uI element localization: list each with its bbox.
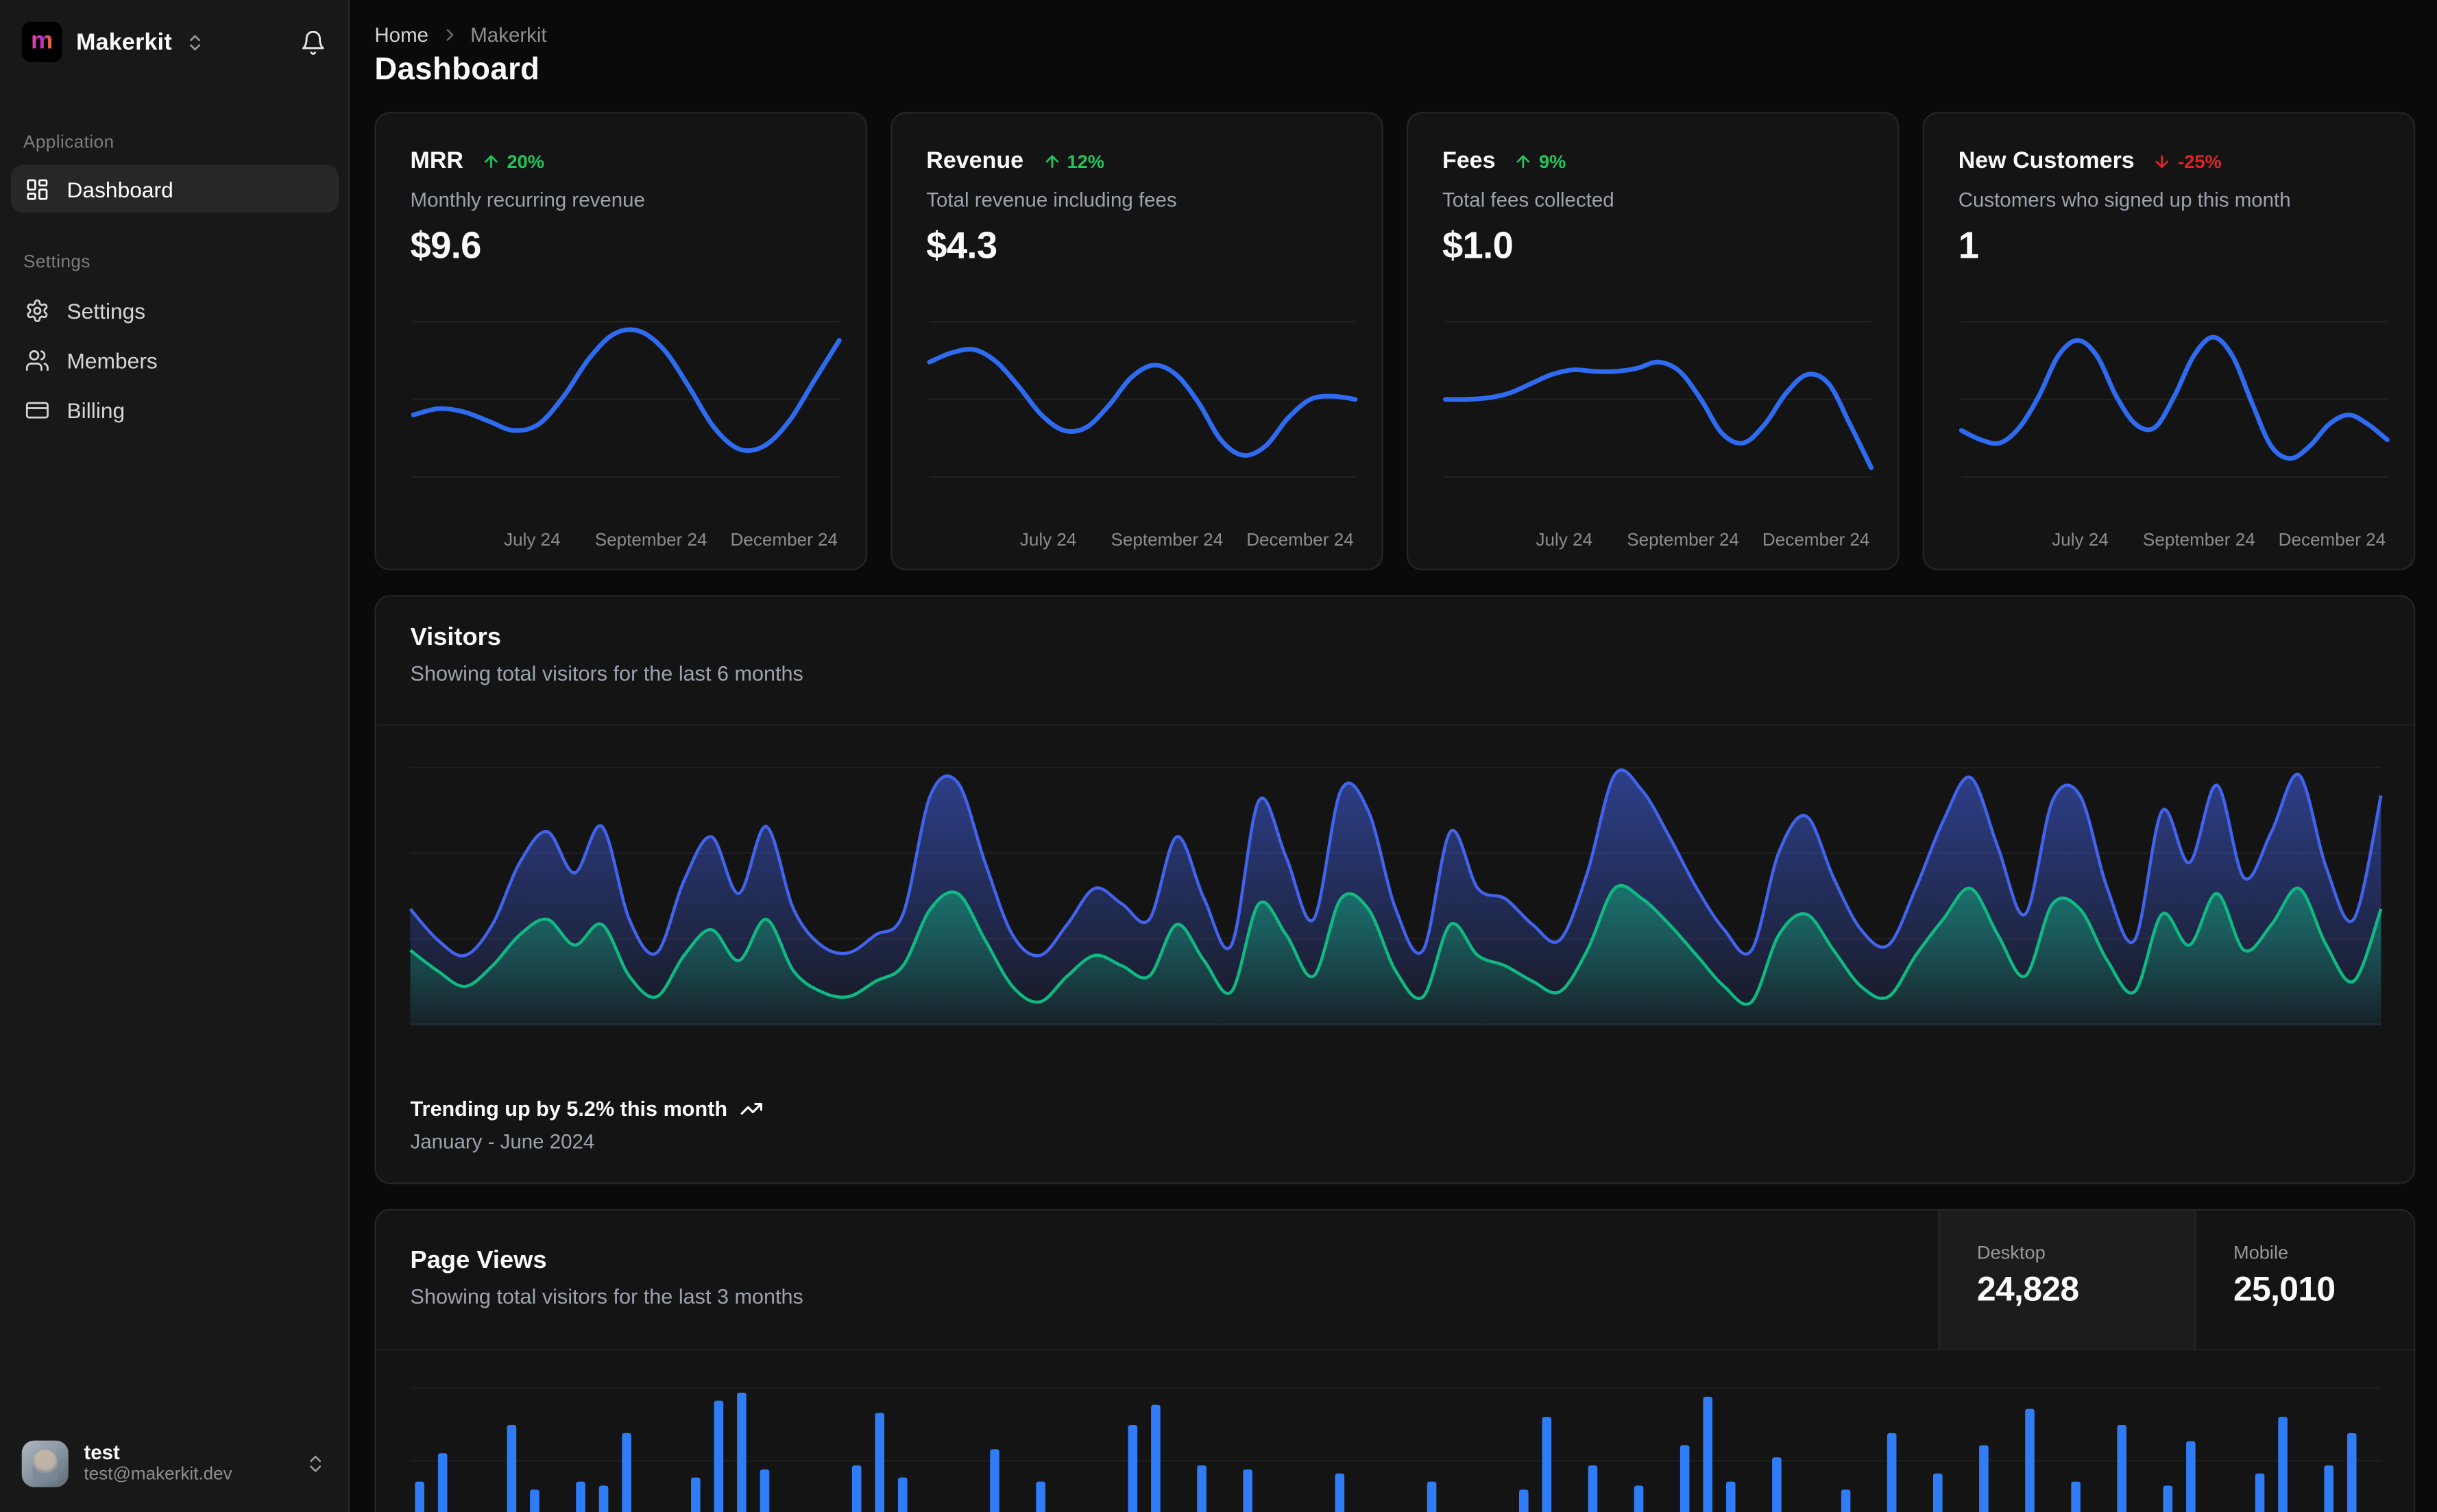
arrow-up-icon — [1045, 154, 1058, 167]
sparkline-axis-labels: July 24 September 24 December 24 — [2052, 531, 2386, 550]
arrow-down-icon — [2156, 154, 2169, 167]
stat-subtitle: Total fees collected — [1442, 188, 1614, 212]
visitors-area-chart — [409, 766, 2383, 1026]
visitors-subtitle: Showing total visitors for the last 6 mo… — [410, 661, 803, 685]
breadcrumb-home-link[interactable]: Home — [374, 23, 428, 47]
sidebar-item-label: Settings — [66, 297, 146, 323]
stat-title: Fees — [1442, 147, 1496, 174]
section-label-settings: Settings — [23, 253, 90, 272]
makerkit-logo: m — [21, 21, 62, 62]
page-views-subtitle: Showing total visitors for the last 3 mo… — [410, 1284, 803, 1308]
sidebar-item-label: Members — [66, 347, 158, 372]
page-views-header: Page Views Showing total visitors for th… — [376, 1210, 2414, 1351]
visitors-card: Visitors Showing total visitors for the … — [374, 595, 2416, 1184]
visitors-title: Visitors — [410, 624, 501, 651]
breadcrumb-current: Makerkit — [470, 23, 547, 47]
user-menu[interactable]: test test@makerkit.dev — [12, 1428, 336, 1500]
stat-card-fees: Fees 9% Total fees collected $1.0 July 2… — [1406, 112, 1900, 571]
chevron-right-icon — [439, 25, 459, 45]
trend-value: 20% — [507, 149, 544, 172]
stat-subtitle: Customers who signed up this month — [1958, 188, 2291, 212]
section-label-application: Application — [23, 133, 114, 153]
credit-card-icon — [25, 397, 49, 422]
stat-value: $9.6 — [410, 225, 482, 267]
sidebar-item-members[interactable]: Members — [11, 336, 339, 384]
chevrons-up-down-icon[interactable] — [184, 32, 204, 51]
trend-value: 12% — [1067, 149, 1105, 172]
stat-value: $4.3 — [926, 225, 997, 267]
visitors-header: Visitors Showing total visitors for the … — [376, 597, 2414, 726]
stat-value: $1.0 — [1442, 225, 1514, 267]
trend-badge: 20% — [482, 150, 544, 172]
page-views-card: Page Views Showing total visitors for th… — [374, 1208, 2416, 1512]
sidebar-item-billing[interactable]: Billing — [11, 385, 339, 433]
sparkline-axis-labels: July 24 September 24 December 24 — [1536, 531, 1870, 550]
visitors-date-range: January - June 2024 — [410, 1130, 595, 1154]
visitors-trending-text: Trending up by 5.2% this month — [410, 1097, 728, 1121]
workspace-selector[interactable]: m Makerkit — [21, 20, 327, 63]
stat-title: Revenue — [926, 147, 1024, 174]
user-avatar — [21, 1440, 69, 1487]
stat-cards-row: MRR 20% Monthly recurring revenue $9.6 J… — [374, 112, 2416, 571]
stat-subtitle: Monthly recurring revenue — [410, 188, 645, 212]
trend-value: -25% — [2178, 149, 2222, 172]
sidebar-item-settings[interactable]: Settings — [11, 286, 339, 334]
sparkline-axis-labels: July 24 September 24 December 24 — [1019, 531, 1354, 550]
visitors-footer: Trending up by 5.2% this month January -… — [410, 1097, 764, 1154]
new-customers-sparkline-chart — [1959, 321, 2390, 478]
trend-value: 9% — [1539, 149, 1566, 172]
mrr-sparkline-chart — [411, 321, 842, 478]
sidebar-item-dashboard[interactable]: Dashboard — [10, 164, 339, 213]
trend-badge: 9% — [1514, 150, 1566, 172]
trend-badge: -25% — [2153, 150, 2222, 172]
breadcrumb: Home Makerkit — [374, 23, 546, 47]
brand-name: Makerkit — [76, 28, 172, 56]
stat-card-revenue: Revenue 12% Total revenue including fees… — [890, 112, 1383, 571]
main-content: Home Makerkit Dashboard MRR 20% Monthly … — [351, 0, 2437, 1512]
sidebar: m Makerkit Application Dashboard Setting… — [0, 0, 350, 1512]
page-title: Dashboard — [374, 53, 540, 87]
stat-title: MRR — [410, 147, 464, 174]
user-name: test — [84, 1440, 120, 1464]
sparkline-axis-labels: July 24 September 24 December 24 — [504, 531, 838, 550]
toggle-desktop-stat[interactable]: Desktop 24,828 — [1938, 1210, 2195, 1351]
mobile-label: Mobile — [2233, 1241, 2289, 1264]
desktop-label: Desktop — [1976, 1241, 2046, 1264]
fees-sparkline-chart — [1443, 321, 1874, 478]
logo-letter: m — [31, 27, 53, 55]
stat-title: New Customers — [1958, 147, 2135, 174]
arrow-up-icon — [485, 154, 498, 167]
page-views-title: Page Views — [410, 1247, 547, 1275]
stat-value: 1 — [1958, 225, 1979, 267]
sidebar-item-label: Billing — [66, 397, 125, 422]
trend-badge: 12% — [1042, 150, 1104, 172]
gear-icon — [25, 297, 49, 322]
users-icon — [25, 347, 49, 372]
dashboard-icon — [25, 176, 49, 201]
chevrons-up-down-icon — [304, 1453, 326, 1475]
dashboard-app: m Makerkit Application Dashboard Setting… — [0, 0, 2437, 1512]
toggle-mobile-stat[interactable]: Mobile 25,010 — [2194, 1210, 2414, 1351]
arrow-up-icon — [1517, 154, 1530, 167]
mobile-value: 25,010 — [2233, 1269, 2336, 1308]
desktop-value: 24,828 — [1976, 1269, 2079, 1308]
user-email: test@makerkit.dev — [84, 1465, 232, 1485]
revenue-sparkline-chart — [927, 321, 1358, 478]
stat-card-new-customers: New Customers -25% Customers who signed … — [1922, 112, 2416, 571]
stat-card-mrr: MRR 20% Monthly recurring revenue $9.6 J… — [374, 112, 868, 571]
sidebar-item-label: Dashboard — [66, 176, 173, 202]
bell-icon[interactable] — [300, 29, 327, 56]
stat-subtitle: Total revenue including fees — [926, 188, 1177, 212]
trending-up-icon — [740, 1103, 762, 1115]
page-views-bar-chart — [410, 1387, 2381, 1512]
